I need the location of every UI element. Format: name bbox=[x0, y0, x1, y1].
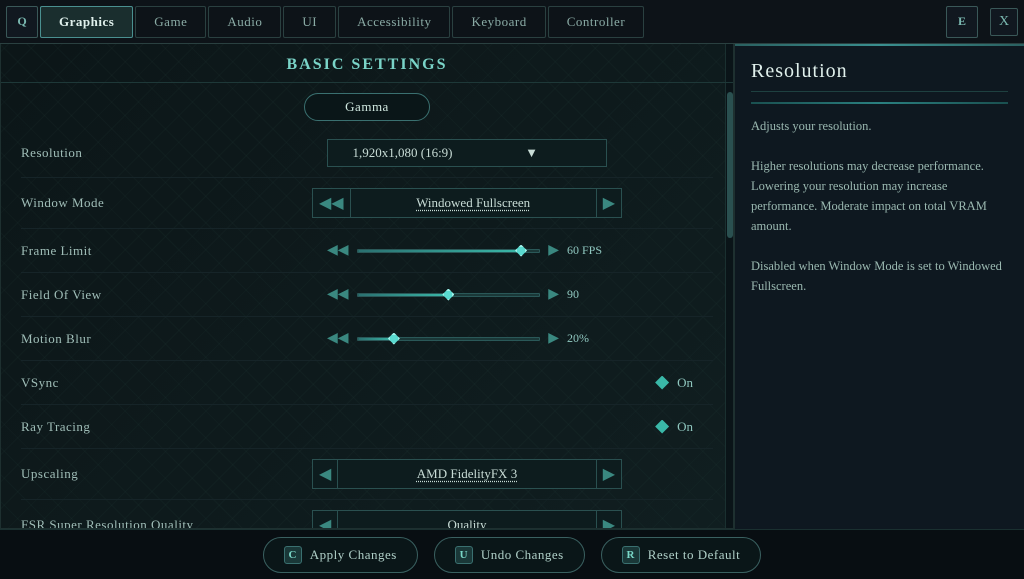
motion-blur-prev-icon[interactable]: ◀◀ bbox=[327, 330, 349, 347]
frame-limit-fill bbox=[358, 250, 522, 252]
nav-left-icon[interactable]: Q bbox=[6, 6, 38, 38]
ray-tracing-diamond-icon bbox=[655, 420, 669, 434]
motion-blur-track[interactable] bbox=[357, 337, 541, 341]
tab-accessibility[interactable]: Accessibility bbox=[338, 6, 450, 38]
dropdown-arrow-icon: ▼ bbox=[467, 145, 596, 161]
info-title: Resolution bbox=[751, 60, 1008, 92]
window-mode-arrow-control: ◀◀ Windowed Fullscreen ▶ bbox=[312, 188, 622, 218]
tab-game[interactable]: Game bbox=[135, 6, 206, 38]
fov-control: ◀◀ ▶ 90 bbox=[221, 286, 713, 303]
undo-changes-button[interactable]: U Undo Changes bbox=[434, 537, 585, 573]
upscaling-arrow-control: ◀ AMD FidelityFX 3 ▶ bbox=[312, 459, 622, 489]
undo-label: Undo Changes bbox=[481, 547, 564, 563]
ray-tracing-control[interactable]: On bbox=[221, 419, 713, 435]
tab-ui[interactable]: UI bbox=[283, 6, 336, 38]
panel-title: Basic Settings bbox=[1, 44, 733, 83]
upscaling-control[interactable]: ◀ AMD FidelityFX 3 ▶ bbox=[221, 459, 713, 489]
frame-limit-thumb[interactable] bbox=[515, 245, 527, 257]
fov-value: 90 bbox=[567, 287, 607, 302]
window-mode-row: Window Mode ◀◀ Windowed Fullscreen ▶ bbox=[21, 178, 713, 229]
upscaling-row: Upscaling ◀ AMD FidelityFX 3 ▶ bbox=[21, 449, 713, 500]
fov-label: Field Of View bbox=[21, 287, 221, 303]
frame-limit-track[interactable] bbox=[357, 249, 541, 253]
undo-key-hint: U bbox=[455, 546, 473, 564]
ray-tracing-value: On bbox=[677, 419, 693, 435]
motion-blur-value: 20% bbox=[567, 331, 607, 346]
main-content: Basic Settings Gamma Resolution 1,920x1,… bbox=[0, 44, 1024, 529]
info-divider bbox=[751, 102, 1008, 104]
frame-limit-control: ◀◀ ▶ 60 FPS bbox=[221, 242, 713, 259]
frame-limit-row: Frame Limit ◀◀ ▶ 60 FPS bbox=[21, 229, 713, 273]
settings-list: Resolution 1,920x1,080 (16:9) ▼ Window M… bbox=[1, 129, 733, 529]
frame-limit-next-icon[interactable]: ▶ bbox=[548, 242, 559, 259]
window-mode-value: Windowed Fullscreen bbox=[351, 188, 596, 218]
ray-tracing-label: Ray Tracing bbox=[21, 419, 221, 435]
tab-keyboard[interactable]: Keyboard bbox=[452, 6, 545, 38]
bottom-bar: C Apply Changes U Undo Changes R Reset t… bbox=[0, 529, 1024, 579]
reset-to-default-button[interactable]: R Reset to Default bbox=[601, 537, 761, 573]
apply-changes-button[interactable]: C Apply Changes bbox=[263, 537, 418, 573]
fsr-label: FSR Super Resolution Quality bbox=[21, 517, 221, 529]
window-mode-prev-button[interactable]: ◀◀ bbox=[312, 188, 351, 218]
resolution-control[interactable]: 1,920x1,080 (16:9) ▼ bbox=[221, 139, 713, 167]
fsr-value: Quality bbox=[338, 510, 595, 529]
window-mode-next-button[interactable]: ▶ bbox=[596, 188, 622, 218]
vsync-toggle[interactable]: On bbox=[221, 375, 713, 391]
resolution-label: Resolution bbox=[21, 145, 221, 161]
fov-fill bbox=[358, 294, 449, 296]
nav-right-icon[interactable]: E bbox=[946, 6, 978, 38]
resolution-value: 1,920x1,080 (16:9) bbox=[338, 145, 467, 161]
frame-limit-value: 60 FPS bbox=[567, 243, 607, 258]
vsync-label: VSync bbox=[21, 375, 221, 391]
ray-tracing-row: Ray Tracing On bbox=[21, 405, 713, 449]
upscaling-label: Upscaling bbox=[21, 466, 221, 482]
vsync-row: VSync On bbox=[21, 361, 713, 405]
gamma-button[interactable]: Gamma bbox=[304, 93, 430, 121]
upscaling-value: AMD FidelityFX 3 bbox=[338, 459, 595, 489]
upscaling-next-button[interactable]: ▶ bbox=[596, 459, 622, 489]
reset-label: Reset to Default bbox=[648, 547, 740, 563]
frame-limit-label: Frame Limit bbox=[21, 243, 221, 259]
motion-blur-slider[interactable]: ◀◀ ▶ 20% bbox=[327, 330, 607, 347]
gamma-row: Gamma bbox=[1, 83, 733, 129]
fov-next-icon[interactable]: ▶ bbox=[548, 286, 559, 303]
tab-graphics[interactable]: Graphics bbox=[40, 6, 133, 38]
motion-blur-label: Motion Blur bbox=[21, 331, 221, 347]
fsr-control[interactable]: ◀ Quality ▶ bbox=[221, 510, 713, 529]
vsync-value: On bbox=[677, 375, 693, 391]
motion-blur-control: ◀◀ ▶ 20% bbox=[221, 330, 713, 347]
window-mode-label: Window Mode bbox=[21, 195, 221, 211]
fsr-next-button[interactable]: ▶ bbox=[596, 510, 622, 529]
upscaling-prev-button[interactable]: ◀ bbox=[312, 459, 338, 489]
window-mode-control[interactable]: ◀◀ Windowed Fullscreen ▶ bbox=[221, 188, 713, 218]
apply-key-hint: C bbox=[284, 546, 302, 564]
resolution-dropdown[interactable]: 1,920x1,080 (16:9) ▼ bbox=[327, 139, 607, 167]
right-panel: Resolution Adjusts your resolution. High… bbox=[734, 44, 1024, 529]
vsync-control[interactable]: On bbox=[221, 375, 713, 391]
fov-slider[interactable]: ◀◀ ▶ 90 bbox=[327, 286, 607, 303]
fov-prev-icon[interactable]: ◀◀ bbox=[327, 286, 349, 303]
fsr-arrow-control: ◀ Quality ▶ bbox=[312, 510, 622, 529]
motion-blur-thumb[interactable] bbox=[388, 333, 400, 345]
apply-label: Apply Changes bbox=[310, 547, 397, 563]
fov-track[interactable] bbox=[357, 293, 541, 297]
fsr-prev-button[interactable]: ◀ bbox=[312, 510, 338, 529]
fov-thumb[interactable] bbox=[442, 289, 454, 301]
top-nav: Q Graphics Game Audio UI Accessibility K… bbox=[0, 0, 1024, 44]
frame-limit-prev-icon[interactable]: ◀◀ bbox=[327, 242, 349, 259]
close-button[interactable]: X bbox=[990, 8, 1018, 36]
motion-blur-next-icon[interactable]: ▶ bbox=[548, 330, 559, 347]
ray-tracing-toggle[interactable]: On bbox=[221, 419, 713, 435]
resolution-row: Resolution 1,920x1,080 (16:9) ▼ bbox=[21, 129, 713, 178]
vsync-diamond-icon bbox=[655, 376, 669, 390]
reset-key-hint: R bbox=[622, 546, 640, 564]
motion-blur-row: Motion Blur ◀◀ ▶ 20% bbox=[21, 317, 713, 361]
tab-controller[interactable]: Controller bbox=[548, 6, 644, 38]
info-text: Adjusts your resolution. Higher resoluti… bbox=[751, 116, 1008, 296]
left-panel: Basic Settings Gamma Resolution 1,920x1,… bbox=[0, 44, 734, 529]
fsr-row: FSR Super Resolution Quality ◀ Quality ▶ bbox=[21, 500, 713, 529]
frame-limit-slider[interactable]: ◀◀ ▶ 60 FPS bbox=[327, 242, 607, 259]
fov-row: Field Of View ◀◀ ▶ 90 bbox=[21, 273, 713, 317]
tab-audio[interactable]: Audio bbox=[208, 6, 281, 38]
